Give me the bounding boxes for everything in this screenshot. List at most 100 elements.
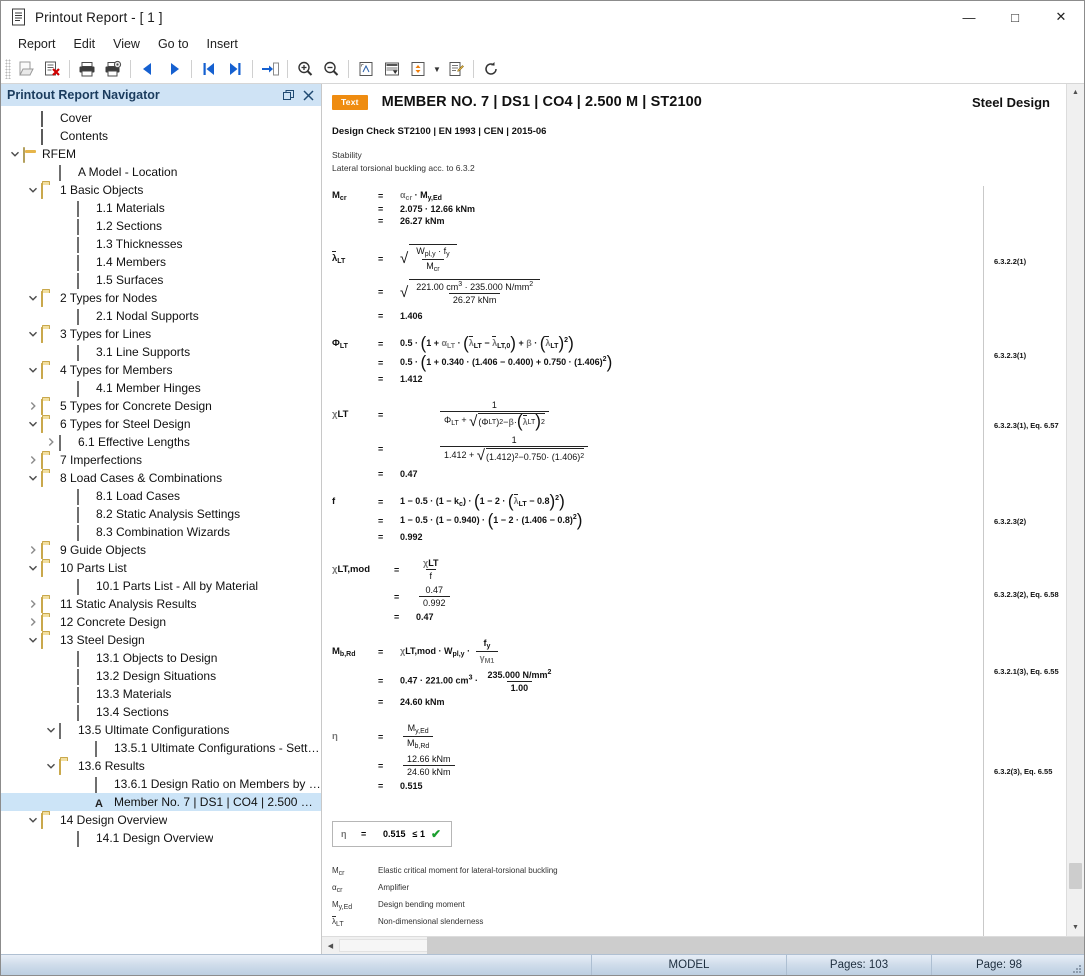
tree-item[interactable]: 1 Basic Objects (1, 181, 321, 199)
tree-item[interactable]: 14 Design Overview (1, 811, 321, 829)
tree-item[interactable]: 8 Load Cases & Combinations (1, 469, 321, 487)
horizontal-scroll-track[interactable] (339, 937, 1084, 954)
chevron-right-icon[interactable] (25, 542, 41, 558)
tree-item[interactable]: 13 Steel Design (1, 631, 321, 649)
chevron-down-icon[interactable] (25, 560, 41, 576)
tree-item[interactable]: 9 Guide Objects (1, 541, 321, 559)
tree-item[interactable]: Contents (1, 127, 321, 145)
tree-item[interactable]: 5 Types for Concrete Design (1, 397, 321, 415)
tree-item[interactable]: 4 Types for Members (1, 361, 321, 379)
tree-item[interactable]: 7 Imperfections (1, 451, 321, 469)
menu-view[interactable]: View (104, 35, 149, 53)
chevron-right-icon[interactable] (25, 452, 41, 468)
tree-item[interactable]: 13.5.1 Ultimate Configurations - Setting… (1, 739, 321, 757)
chevron-down-icon[interactable] (25, 362, 41, 378)
tree-item[interactable]: AMember No. 7 | DS1 | CO4 | 2.500 m | ST… (1, 793, 321, 811)
chevron-down-icon[interactable] (25, 632, 41, 648)
tree-item[interactable]: 13.6 Results (1, 757, 321, 775)
horizontal-scrollbar[interactable]: ◀ (322, 936, 1084, 954)
scroll-up-icon[interactable]: ▲ (1067, 84, 1084, 101)
chevron-down-icon[interactable] (25, 416, 41, 432)
tree-item[interactable]: 4.1 Member Hinges (1, 379, 321, 397)
tree-item[interactable]: 12 Concrete Design (1, 613, 321, 631)
close-button[interactable]: ✕ (1038, 1, 1084, 33)
tree-item[interactable]: 1.4 Members (1, 253, 321, 271)
chevron-right-icon[interactable] (43, 434, 59, 450)
tree-item[interactable]: 6 Types for Steel Design (1, 415, 321, 433)
print-settings-icon[interactable] (100, 57, 126, 81)
toolbar-grip[interactable] (5, 59, 11, 79)
tree-item[interactable]: 8.1 Load Cases (1, 487, 321, 505)
previous-page-icon[interactable] (135, 57, 161, 81)
vertical-scroll-thumb[interactable] (1069, 863, 1082, 889)
chevron-down-icon[interactable] (25, 182, 41, 198)
first-page-icon[interactable] (196, 57, 222, 81)
tree-item[interactable]: 13.6.1 Design Ratio on Members by Member (1, 775, 321, 793)
tree-item[interactable]: 2 Types for Nodes (1, 289, 321, 307)
tree-item[interactable]: 1.5 Surfaces (1, 271, 321, 289)
report-page[interactable]: Text MEMBER NO. 7 | DS1 | CO4 | 2.500 M … (322, 84, 1066, 936)
horizontal-scroll-thumb[interactable] (339, 939, 429, 952)
tree-item[interactable]: 6.1 Effective Lengths (1, 433, 321, 451)
scroll-down-icon[interactable]: ▼ (1067, 919, 1084, 936)
horizontal-scroll-rest[interactable] (427, 937, 1084, 954)
tree-item[interactable]: Cover (1, 109, 321, 127)
tree-item[interactable]: 10.1 Parts List - All by Material (1, 577, 321, 595)
scroll-left-icon[interactable]: ◀ (322, 937, 339, 954)
refresh-icon[interactable] (478, 57, 504, 81)
menu-report[interactable]: Report (9, 35, 65, 53)
menu-goto[interactable]: Go to (149, 35, 198, 53)
tree-item[interactable]: 13.4 Sections (1, 703, 321, 721)
tree-item[interactable]: 13.2 Design Situations (1, 667, 321, 685)
tree-item[interactable]: 3.1 Line Supports (1, 343, 321, 361)
chevron-right-icon[interactable] (25, 614, 41, 630)
minimize-button[interactable]: — (946, 1, 992, 33)
chevron-right-icon[interactable] (25, 398, 41, 414)
tree-item[interactable]: 14.1 Design Overview (1, 829, 321, 847)
zoom-out-icon[interactable] (318, 57, 344, 81)
chevron-down-icon[interactable] (25, 812, 41, 828)
tree-item[interactable]: 13.3 Materials (1, 685, 321, 703)
edit-report-icon[interactable] (443, 57, 469, 81)
tree-item[interactable]: 1.3 Thicknesses (1, 235, 321, 253)
tree-item[interactable]: 8.2 Static Analysis Settings (1, 505, 321, 523)
chevron-down-icon[interactable] (7, 146, 23, 162)
tree-item[interactable]: 10 Parts List (1, 559, 321, 577)
tree-item[interactable]: 13.5 Ultimate Configurations (1, 721, 321, 739)
tree-item[interactable]: 1.1 Materials (1, 199, 321, 217)
chevron-down-icon[interactable] (43, 758, 59, 774)
undock-icon[interactable] (279, 86, 297, 104)
tree-item[interactable]: RFEM (1, 145, 321, 163)
tree-item[interactable]: 3 Types for Lines (1, 325, 321, 343)
chevron-down-icon[interactable]: ▼ (431, 57, 443, 81)
delete-report-icon[interactable] (39, 57, 65, 81)
report-tree[interactable]: CoverContentsRFEMA Model - Location1 Bas… (1, 106, 321, 954)
page-setup-icon[interactable] (353, 57, 379, 81)
header-footer-icon[interactable] (379, 57, 405, 81)
chevron-down-icon[interactable] (25, 326, 41, 342)
chevron-down-icon[interactable] (43, 722, 59, 738)
tree-item[interactable]: 11 Static Analysis Results (1, 595, 321, 613)
chevron-down-icon[interactable] (25, 290, 41, 306)
chevron-right-icon[interactable] (25, 596, 41, 612)
tree-item[interactable]: A Model - Location (1, 163, 321, 181)
vertical-scrollbar[interactable]: ▲ ▼ (1066, 84, 1084, 936)
menu-edit[interactable]: Edit (65, 35, 105, 53)
vertical-scroll-track[interactable] (1067, 101, 1084, 919)
chevron-down-icon[interactable] (25, 470, 41, 486)
tree-item[interactable]: 1.2 Sections (1, 217, 321, 235)
go-to-page-icon[interactable] (257, 57, 283, 81)
open-report-icon[interactable] (13, 57, 39, 81)
last-page-icon[interactable] (222, 57, 248, 81)
close-navigator-icon[interactable] (299, 86, 317, 104)
maximize-button[interactable]: □ (992, 1, 1038, 33)
menu-insert[interactable]: Insert (198, 35, 247, 53)
export-icon[interactable] (405, 57, 431, 81)
tree-item[interactable]: 2.1 Nodal Supports (1, 307, 321, 325)
next-page-icon[interactable] (161, 57, 187, 81)
resize-grip-icon[interactable] (1066, 954, 1084, 976)
print-icon[interactable] (74, 57, 100, 81)
zoom-in-icon[interactable] (292, 57, 318, 81)
tree-item[interactable]: 8.3 Combination Wizards (1, 523, 321, 541)
tree-item[interactable]: 13.1 Objects to Design (1, 649, 321, 667)
